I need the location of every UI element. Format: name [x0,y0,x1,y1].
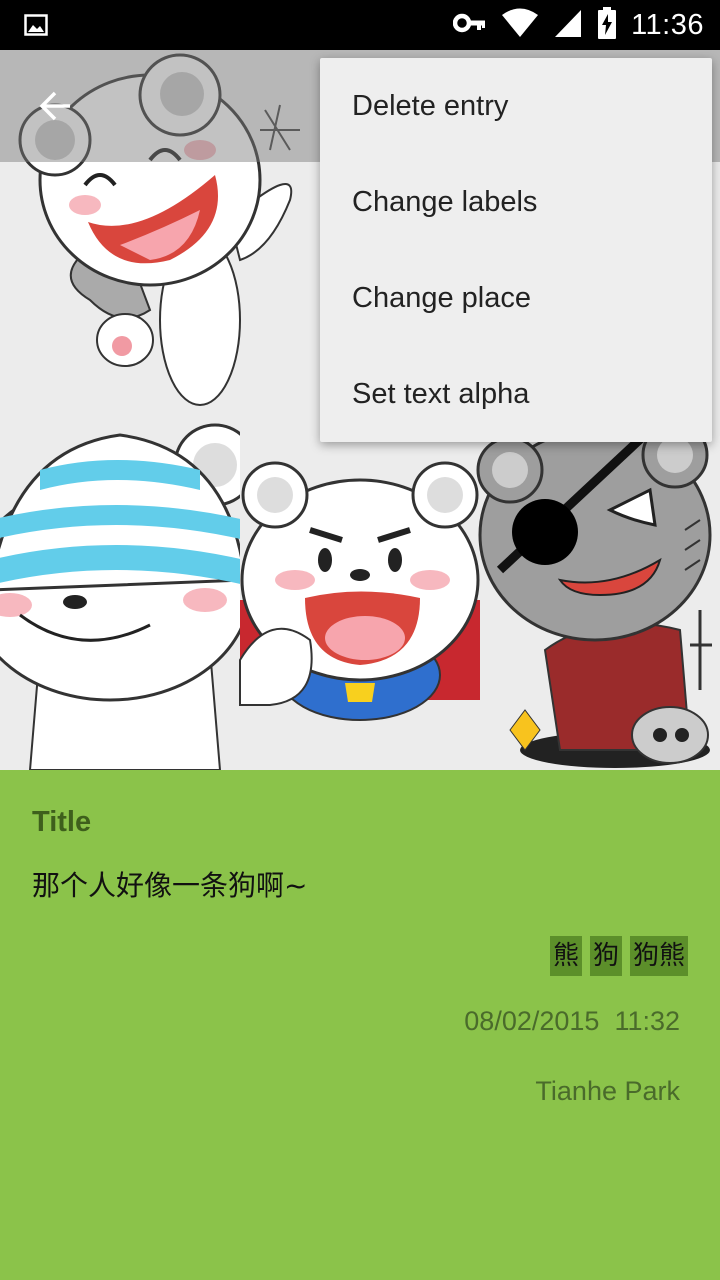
entry-labels: 熊 狗 狗熊 [549,936,688,976]
battery-charging-icon [597,7,617,43]
signal-icon [553,8,583,42]
image-notification-icon [24,13,48,41]
label-tag[interactable]: 狗熊 [629,936,688,976]
overflow-menu: Delete entry Change labels Change place … [320,58,712,442]
back-button[interactable] [26,76,86,136]
entry-time: 11:32 [614,1006,680,1036]
entry-title[interactable]: Title [32,806,91,839]
entry-place[interactable]: Tianhe Park [535,1076,680,1107]
menu-item-change-place[interactable]: Change place [320,250,712,346]
status-time: 11:36 [631,8,704,41]
menu-item-delete-entry[interactable]: Delete entry [320,58,712,154]
entry-details: Title 那个人好像一条狗啊~ 熊 狗 狗熊 08/02/2015 11:32… [0,770,720,1280]
entry-datetime: 08/02/2015 11:32 [464,1006,680,1037]
entry-text[interactable]: 那个人好像一条狗啊~ [32,864,307,904]
status-bar: 11:36 [0,0,720,50]
label-tag[interactable]: 熊 [549,936,582,976]
label-tag[interactable]: 狗 [589,936,622,976]
menu-item-change-labels[interactable]: Change labels [320,154,712,250]
entry-date: 08/02/2015 [464,1006,600,1036]
vpn-key-icon [452,13,487,37]
wifi-icon [501,8,539,42]
menu-item-set-text-alpha[interactable]: Set text alpha [320,346,712,442]
arrow-back-icon [39,91,70,121]
